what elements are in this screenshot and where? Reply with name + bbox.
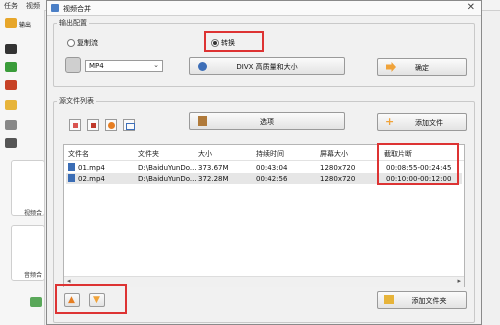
folder-icon[interactable] — [5, 18, 17, 28]
play-icon — [108, 122, 115, 129]
close-icon[interactable]: ✕ — [467, 2, 475, 13]
cell-resolution: 1280x720 — [320, 164, 356, 172]
ok-button-label: 确定 — [415, 64, 429, 72]
video-file-icon — [68, 163, 75, 171]
source-list-label: 源文件列表 — [57, 96, 96, 106]
movie-icon[interactable] — [5, 80, 17, 90]
add-file-button-label: 添加文件 — [415, 119, 443, 127]
radio-copy-label: 复制流 — [77, 39, 98, 47]
preview-button[interactable] — [123, 119, 135, 131]
cell-duration: 00:43:04 — [256, 164, 288, 172]
divx-icon — [198, 62, 207, 71]
radio-copy-stream[interactable]: 复制流 — [67, 38, 98, 48]
cell-size: 372.28M — [198, 175, 229, 183]
background-left-panel: 输出 视频合 音频合 — [0, 10, 45, 325]
cell-duration: 00:42:56 — [256, 175, 288, 183]
arrow-right-icon — [386, 62, 396, 72]
column-header-filename[interactable]: 文件名 — [68, 149, 89, 159]
ok-button[interactable]: 确定 — [377, 58, 467, 76]
column-header-resolution[interactable]: 屏幕大小 — [320, 149, 348, 159]
plus-icon: + — [385, 115, 395, 128]
chevron-down-icon: ⌄ — [153, 61, 159, 69]
remove-row-button[interactable] — [87, 119, 99, 131]
screen-icon — [126, 123, 135, 130]
cell-size: 373.67M — [198, 164, 229, 172]
scroll-right-icon[interactable]: ▸ — [457, 277, 461, 285]
add-icon — [73, 123, 78, 128]
quality-button[interactable]: DIVX 高质量和大小 — [189, 57, 345, 75]
add-folder-button[interactable]: 添加文件夹 — [377, 291, 467, 309]
options-button[interactable]: 选项 — [189, 112, 345, 130]
radio-copy-dot[interactable] — [67, 39, 75, 47]
quality-button-label: DIVX 高质量和大小 — [236, 63, 298, 71]
video-merge-dialog: 视频合并 ✕ 输出配置 复制流 转换 MP4 ⌄ DIVX 高质量和大小 确定 … — [46, 0, 482, 325]
options-icon — [198, 116, 207, 126]
column-header-duration[interactable]: 持续时间 — [256, 149, 284, 159]
cell-filename: 02.mp4 — [78, 175, 105, 183]
dialog-titlebar: 视频合并 ✕ — [47, 1, 481, 16]
format-icon — [65, 57, 81, 73]
cell-resolution: 1280x720 — [320, 175, 356, 183]
cell-folder: D:\BaiduYunDo... — [138, 175, 197, 183]
add-file-button[interactable]: + 添加文件 — [377, 113, 467, 131]
highlight-clip-column — [377, 143, 459, 185]
column-header-size[interactable]: 大小 — [198, 149, 212, 159]
play-button[interactable] — [105, 119, 117, 131]
column-header-folder[interactable]: 文件夹 — [138, 149, 159, 159]
video-file-icon — [68, 174, 75, 182]
output-settings-label: 输出配置 — [57, 18, 89, 28]
highlight-convert — [204, 31, 264, 52]
delete-icon — [91, 123, 96, 128]
highlight-order-buttons — [55, 284, 127, 314]
audio-merge-card-label: 音频合 — [24, 272, 43, 279]
cell-folder: D:\BaiduYunDo... — [138, 164, 197, 172]
options-button-label: 选项 — [260, 118, 274, 126]
format-select-value: MP4 — [89, 62, 104, 70]
app-icon[interactable] — [30, 297, 42, 307]
output-settings-group — [53, 23, 475, 87]
dialog-title: 视频合并 — [63, 5, 91, 13]
document-icon[interactable] — [5, 100, 17, 110]
disc-icon[interactable] — [5, 138, 17, 148]
folder-icon — [384, 295, 394, 304]
output-label: 输出 — [19, 22, 32, 29]
format-select[interactable]: MP4 ⌄ — [85, 60, 163, 72]
app-icon — [51, 4, 59, 12]
drive-icon[interactable] — [5, 120, 17, 130]
add-folder-button-label: 添加文件夹 — [411, 297, 447, 305]
video-merge-card-label: 视频合 — [24, 210, 43, 217]
cell-filename: 01.mp4 — [78, 164, 105, 172]
music-icon[interactable] — [5, 62, 17, 72]
add-row-button[interactable] — [69, 119, 81, 131]
film-icon[interactable] — [5, 44, 17, 54]
